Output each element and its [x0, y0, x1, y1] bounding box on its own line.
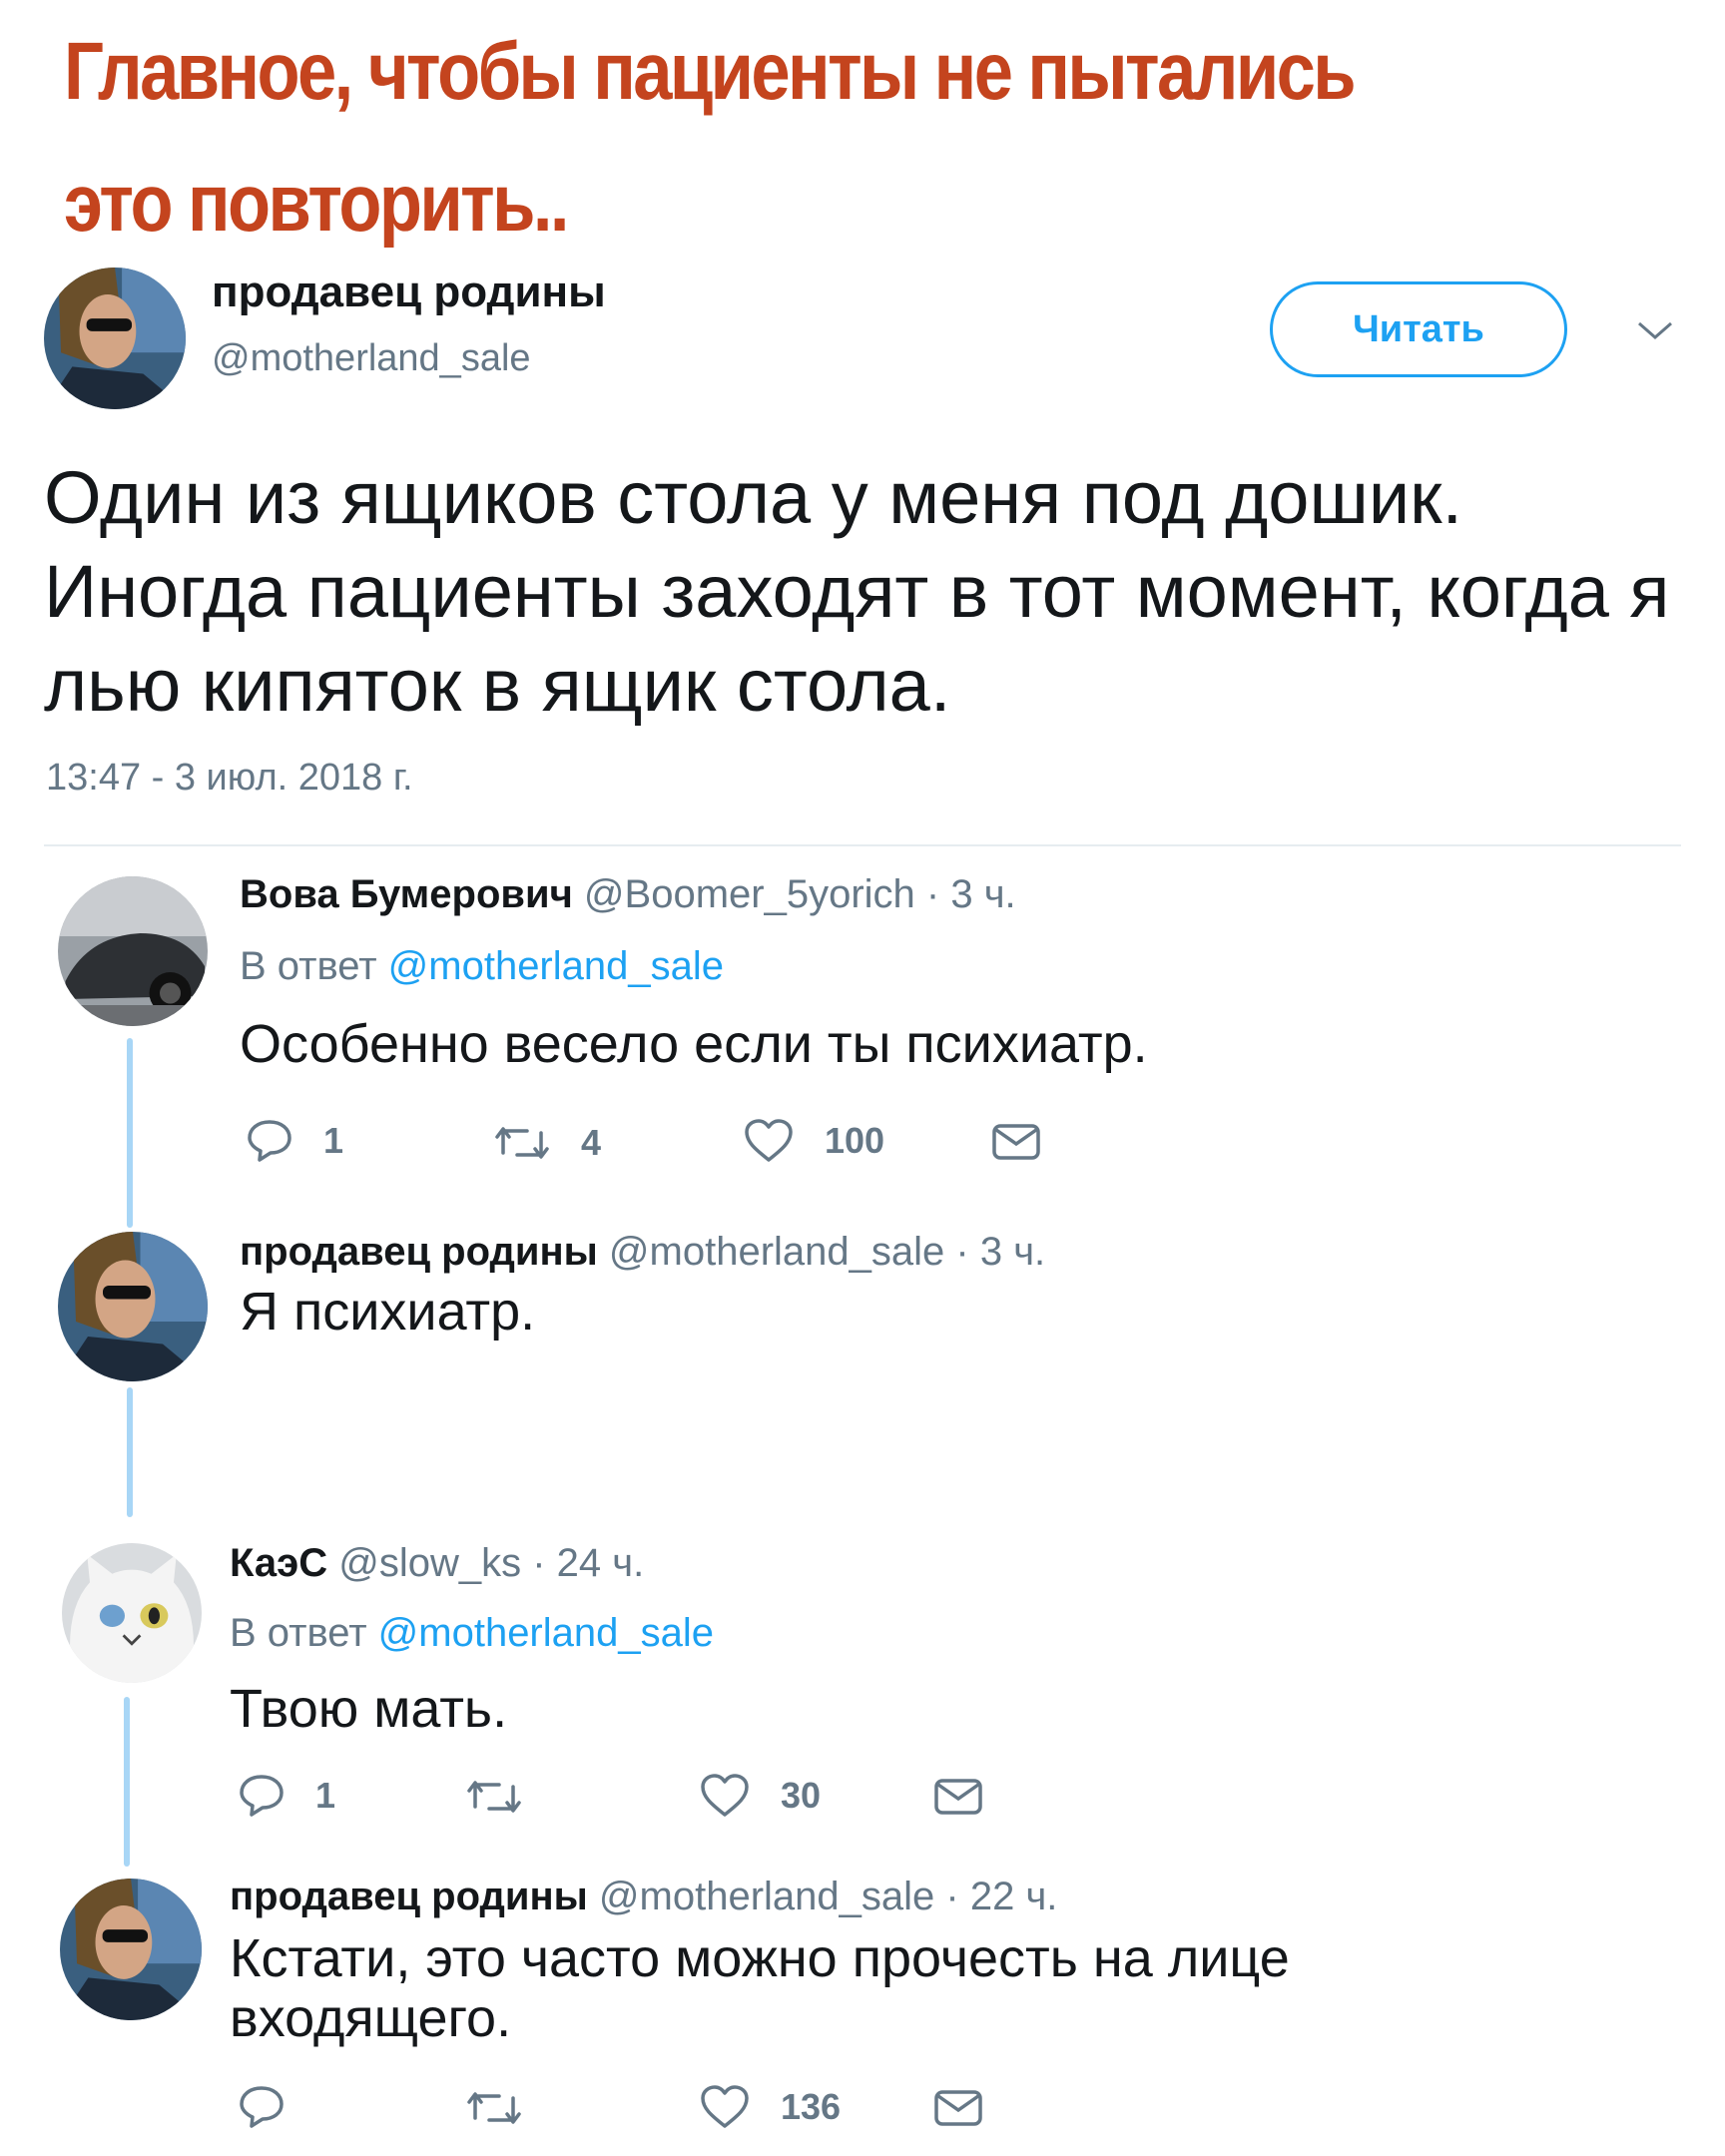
reply-handle[interactable]: @motherland_sale — [599, 1875, 934, 1918]
thread-line — [124, 1697, 130, 1867]
reply-prefix: В ответ — [240, 944, 377, 988]
reply-display-name[interactable]: Вова Бумерович — [240, 872, 573, 916]
heart-icon — [699, 1773, 751, 1819]
reply-time[interactable]: · 3 ч. — [955, 1230, 1045, 1274]
reply-action[interactable] — [238, 2084, 315, 2130]
reply-context: В ответ @motherland_sale — [240, 944, 724, 989]
reply-handle[interactable]: @slow_ks — [338, 1541, 521, 1585]
reply-time[interactable]: · 24 ч. — [532, 1541, 644, 1585]
reply-handle[interactable]: @Boomer_5yorich — [584, 872, 915, 916]
like-action[interactable]: 30 — [699, 1773, 821, 1819]
reply-text: Твою мать. — [230, 1679, 508, 1739]
dm-action[interactable] — [932, 2088, 984, 2128]
reply-time[interactable]: · 3 ч. — [926, 872, 1016, 916]
author-display-name[interactable]: продавец родины — [212, 268, 606, 317]
heart-icon — [743, 1118, 795, 1164]
avatar[interactable] — [44, 268, 186, 409]
like-action[interactable]: 136 — [699, 2084, 841, 2130]
retweet-action[interactable] — [465, 1777, 553, 1817]
thread-line — [127, 1038, 133, 1228]
chevron-down-icon[interactable] — [1633, 315, 1677, 345]
reply-text-line: Кстати, это часто можно прочесть на лице — [230, 1928, 1290, 1988]
retweet-action[interactable] — [465, 2088, 553, 2128]
tweet-text: Один из ящиков стола у меня под дошик. И… — [44, 456, 1670, 727]
reply-text-line: входящего. — [230, 1988, 512, 2048]
like-count: 100 — [825, 1120, 885, 1161]
reply-text: Я психиатр. — [240, 1282, 536, 1342]
avatar[interactable] — [58, 876, 208, 1026]
reply-action[interactable]: 1 — [246, 1118, 343, 1164]
divider — [44, 844, 1681, 846]
reply-count: 1 — [315, 1775, 336, 1816]
reply-prefix: В ответ — [230, 1611, 367, 1655]
like-action[interactable]: 100 — [743, 1118, 884, 1164]
mention-link[interactable]: @motherland_sale — [388, 944, 724, 988]
reply-display-name[interactable]: продавец родины — [240, 1230, 598, 1274]
envelope-icon — [990, 1122, 1042, 1162]
like-count: 30 — [781, 1775, 822, 1816]
reply-display-name[interactable]: КаэС — [230, 1541, 327, 1585]
retweet-action[interactable]: 4 — [493, 1122, 601, 1164]
retweet-arrows-icon — [465, 2088, 523, 2128]
reply-header: Вова Бумерович @Boomer_5yorich · 3 ч. — [240, 872, 1016, 917]
like-count: 136 — [781, 2086, 842, 2127]
speech-bubble-icon — [238, 2084, 286, 2130]
envelope-icon — [932, 1777, 984, 1817]
avatar[interactable] — [62, 1543, 202, 1683]
avatar[interactable] — [60, 1879, 202, 2020]
tweet-timestamp[interactable]: 13:47 - 3 июл. 2018 г. — [46, 757, 413, 800]
speech-bubble-icon — [246, 1118, 293, 1164]
heart-icon — [699, 2084, 751, 2130]
reply-header: КаэС @slow_ks · 24 ч. — [230, 1541, 644, 1586]
reply-count: 1 — [323, 1120, 344, 1161]
dm-action[interactable] — [932, 1777, 984, 1817]
retweet-count: 4 — [581, 1122, 602, 1163]
author-handle[interactable]: @motherland_sale — [212, 337, 531, 380]
follow-button[interactable]: Читать — [1270, 281, 1567, 377]
reply-header: продавец родины @motherland_sale · 3 ч. — [240, 1230, 1045, 1275]
thread-line — [127, 1387, 133, 1517]
reply-handle[interactable]: @motherland_sale — [609, 1230, 944, 1274]
speech-bubble-icon — [238, 1773, 286, 1819]
mention-link[interactable]: @motherland_sale — [378, 1611, 714, 1655]
dm-action[interactable] — [990, 1122, 1042, 1162]
avatar[interactable] — [58, 1232, 208, 1381]
meme-caption: Главное, чтобы пациенты не пытались это … — [64, 26, 1357, 249]
reply-action[interactable]: 1 — [238, 1773, 335, 1819]
reply-time[interactable]: · 22 ч. — [945, 1875, 1057, 1918]
reply-context: В ответ @motherland_sale — [230, 1611, 714, 1656]
reply-header: продавец родины @motherland_sale · 22 ч. — [230, 1875, 1057, 1919]
retweet-arrows-icon — [493, 1123, 551, 1163]
reply-text: Особенно весело если ты психиатр. — [240, 1014, 1148, 1074]
retweet-arrows-icon — [465, 1777, 523, 1817]
reply-display-name[interactable]: продавец родины — [230, 1875, 588, 1918]
envelope-icon — [932, 2088, 984, 2128]
